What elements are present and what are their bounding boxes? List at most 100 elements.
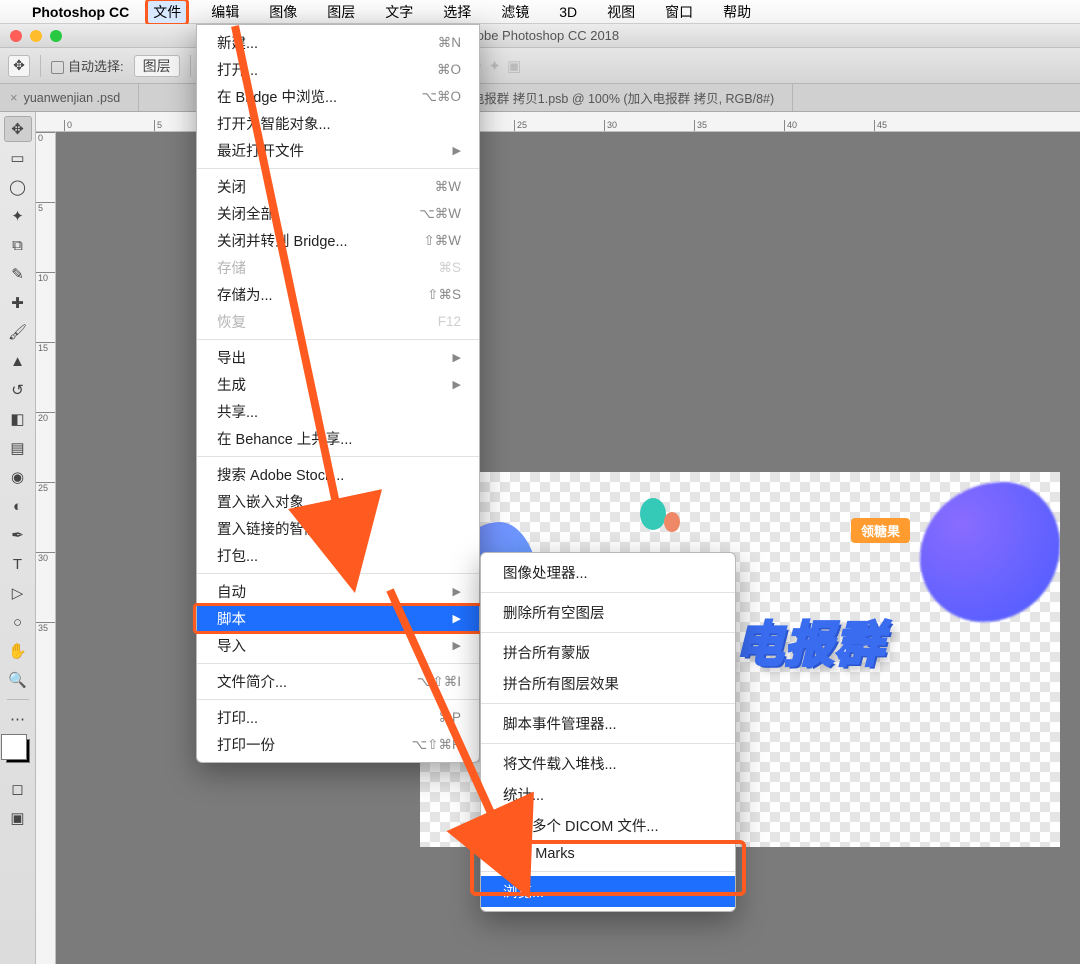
brush-tool-icon[interactable]: 🖌 [4,319,32,345]
menu-item-place-link[interactable]: 置入链接的智能对象... [197,515,479,542]
menu-item-browse-bridge[interactable]: 在 Bridge 中浏览...⌥⌘O [197,83,479,110]
eraser-tool-icon[interactable]: ◧ [4,406,32,432]
ruler-tick: 10 [36,272,55,342]
document-tab-1[interactable]: × yuanwenjian .psd [0,84,139,111]
ruler-tick: 35 [36,622,55,692]
menu-item-package[interactable]: 打包... [197,542,479,569]
pen-tool-icon[interactable]: ✒ [4,522,32,548]
ruler-tick: 25 [514,120,604,131]
type-tool-icon[interactable]: T [4,551,32,577]
hand-tool-icon[interactable]: ✋ [4,638,32,664]
tools-panel: ✥ ▭ ◯ ✦ ⧉ ✎ ✚ 🖌 ▲ ↺ ◧ ▤ ◉ ◐ ✒ T ▷ ○ ✋ 🔍 … [0,112,36,964]
screen-mode-icon[interactable]: ▣ [4,805,32,831]
submenu-item-size-marks[interactable]: Size Marks [481,841,735,867]
close-tab-icon[interactable]: × [10,90,18,105]
submenu-item-load-stack[interactable]: 将文件载入堆栈... [481,748,735,779]
menu-item-automate[interactable]: 自动▶ [197,578,479,605]
menu-item-print[interactable]: 打印...⌘P [197,704,479,731]
menu-item-share[interactable]: 共享... [197,398,479,425]
ruler-vertical[interactable]: 0 5 10 15 20 25 30 35 [36,132,56,964]
menu-item-import[interactable]: 导入▶ [197,632,479,659]
menu-item-scripts[interactable]: 脚本▶ [197,605,479,632]
menu-filter[interactable]: 滤镜 [495,0,535,24]
menu-item-print-one[interactable]: 打印一份⌥⇧⌘P [197,731,479,758]
submenu-item-statistics[interactable]: 统计... [481,779,735,810]
menu-item-close-bridge[interactable]: 关闭并转到 Bridge...⇧⌘W [197,227,479,254]
menu-item-save-as[interactable]: 存储为...⇧⌘S [197,281,479,308]
menu-view[interactable]: 视图 [601,0,641,24]
color-swatches[interactable] [6,739,30,763]
menu-item-place-embed[interactable]: 置入嵌入对象... [197,488,479,515]
submenu-item-load-dicom[interactable]: 载入多个 DICOM 文件... [481,810,735,841]
submenu-item-event-manager[interactable]: 脚本事件管理器... [481,708,735,739]
zoom-tool-icon[interactable]: 🔍 [4,667,32,693]
healing-tool-icon[interactable]: ✚ [4,290,32,316]
history-brush-tool-icon[interactable]: ↺ [4,377,32,403]
submenu-item-image-processor[interactable]: 图像处理器... [481,557,735,588]
menu-help[interactable]: 帮助 [717,0,757,24]
menu-type[interactable]: 文字 [379,0,419,24]
menu-select[interactable]: 选择 [437,0,477,24]
submenu-arrow-icon: ▶ [453,144,461,157]
stamp-tool-icon[interactable]: ▲ [4,348,32,374]
submenu-item-flatten-masks[interactable]: 拼合所有蒙版 [481,637,735,668]
auto-select-dropdown[interactable]: 图层 [134,55,180,77]
3d-scale-icon[interactable]: ✦ [488,57,501,75]
path-select-tool-icon[interactable]: ▷ [4,580,32,606]
quick-mask-icon[interactable]: ◻ [4,776,32,802]
submenu-item-delete-empty[interactable]: 删除所有空图层 [481,597,735,628]
ruler-tick: 45 [874,120,964,131]
move-tool-preset-icon[interactable]: ✥ [8,55,30,77]
crop-tool-icon[interactable]: ⧉ [4,232,32,258]
move-tool-icon[interactable]: ✥ [4,116,32,142]
menu-item-file-info[interactable]: 文件简介...⌥⇧⌘I [197,668,479,695]
menu-edit[interactable]: 编辑 [205,0,245,24]
magic-wand-tool-icon[interactable]: ✦ [4,203,32,229]
submenu-item-browse[interactable]: 浏览... [481,876,735,907]
separator [481,871,735,872]
ruler-tick: 35 [694,120,784,131]
menu-item-export[interactable]: 导出▶ [197,344,479,371]
menu-item-behance[interactable]: 在 Behance 上共享... [197,425,479,452]
menu-item-open-smart[interactable]: 打开为智能对象... [197,110,479,137]
eyedropper-tool-icon[interactable]: ✎ [4,261,32,287]
menu-layer[interactable]: 图层 [321,0,361,24]
menu-item-generate[interactable]: 生成▶ [197,371,479,398]
menu-item-new[interactable]: 新建...⌘N [197,29,479,56]
balloon-icon [640,498,666,530]
menu-item-stock[interactable]: 搜索 Adobe Stock... [197,461,479,488]
menu-3d[interactable]: 3D [553,2,583,22]
menu-item-open[interactable]: 打开...⌘O [197,56,479,83]
ruler-horizontal[interactable]: 0 5 10 15 20 25 30 35 40 45 [36,112,1080,132]
menu-item-recent[interactable]: 最近打开文件▶ [197,137,479,164]
submenu-arrow-icon: ▶ [453,585,461,598]
dodge-tool-icon[interactable]: ◐ [4,493,32,519]
menu-item-close[interactable]: 关闭⌘W [197,173,479,200]
submenu-item-flatten-effects[interactable]: 拼合所有图层效果 [481,668,735,699]
gradient-tool-icon[interactable]: ▤ [4,435,32,461]
separator [197,573,479,574]
auto-select-checkbox[interactable]: 自动选择: [51,56,124,75]
ruler-tick: 0 [36,132,55,202]
blur-tool-icon[interactable]: ◉ [4,464,32,490]
marquee-tool-icon[interactable]: ▭ [4,145,32,171]
lasso-tool-icon[interactable]: ◯ [4,174,32,200]
mac-menubar: Photoshop CC 文件 编辑 图像 图层 文字 选择 滤镜 3D 视图 … [0,0,1080,24]
separator [481,743,735,744]
ruler-tick: 0 [64,120,154,131]
ruler-tick: 40 [784,120,874,131]
separator [197,339,479,340]
edit-toolbar-icon[interactable]: ⋯ [4,706,32,732]
ruler-tick: 5 [36,202,55,272]
menu-item-close-all[interactable]: 关闭全部⌥⌘W [197,200,479,227]
menu-window[interactable]: 窗口 [659,0,699,24]
submenu-arrow-icon: ▶ [453,351,461,364]
document-tabs: × yuanwenjian .psd × 加入电报群 拷贝1.psb @ 100… [0,84,1080,112]
3d-camera-icon[interactable]: ▣ [507,57,521,75]
menu-image[interactable]: 图像 [263,0,303,24]
candy-badge: 领糖果 [851,518,910,543]
balloon-icon [664,512,680,532]
shape-tool-icon[interactable]: ○ [4,609,32,635]
menu-file[interactable]: 文件 [147,0,187,24]
separator [197,456,479,457]
